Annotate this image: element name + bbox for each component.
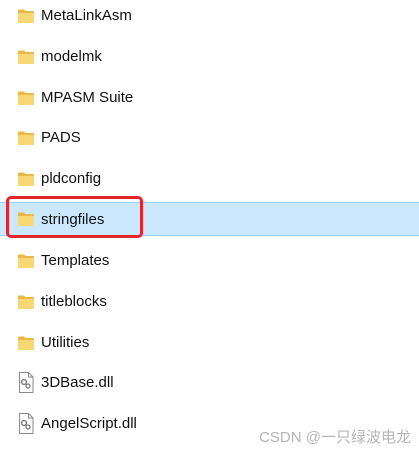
watermark: CSDN @一只绿波电龙 — [259, 429, 411, 446]
file-name: stringfiles — [41, 211, 105, 228]
file-name: titleblocks — [41, 293, 107, 310]
file-name: Utilities — [41, 334, 90, 351]
folder-icon — [17, 8, 35, 24]
file-row-stringfiles[interactable]: stringfiles — [0, 202, 419, 236]
folder-icon — [17, 130, 35, 146]
file-name: Templates — [41, 252, 110, 269]
dll-file-icon — [18, 372, 34, 393]
file-row-3dbase-dll[interactable]: 3DBase.dll — [0, 367, 419, 400]
folder-icon — [17, 294, 35, 310]
file-row-mpasm-suite[interactable]: MPASM Suite — [0, 82, 419, 115]
dll-file-icon — [18, 413, 34, 434]
file-name: 3DBase.dll — [41, 374, 114, 391]
file-row-modelmk[interactable]: modelmk — [0, 41, 419, 74]
file-name: MetaLinkAsm — [41, 7, 132, 24]
folder-icon — [17, 253, 35, 269]
folder-icon — [17, 211, 35, 227]
file-row-templates[interactable]: Templates — [0, 245, 419, 278]
folder-icon — [17, 90, 35, 106]
file-row-metalinkasm[interactable]: MetaLinkAsm — [0, 0, 419, 33]
folder-icon — [17, 49, 35, 65]
file-row-pads[interactable]: PADS — [0, 122, 419, 155]
folder-icon — [17, 335, 35, 351]
file-list: MetaLinkAsm modelmk MPASM Suite PADS pld… — [0, 0, 419, 454]
file-name: pldconfig — [41, 170, 102, 187]
folder-icon — [17, 171, 35, 187]
file-name: MPASM Suite — [41, 89, 134, 106]
file-row-pldconfig[interactable]: pldconfig — [0, 163, 419, 196]
file-name: AngelScript.dll — [41, 415, 137, 432]
file-name: PADS — [41, 129, 81, 146]
file-row-utilities[interactable]: Utilities — [0, 327, 419, 360]
file-name: modelmk — [41, 48, 102, 65]
file-row-titleblocks[interactable]: titleblocks — [0, 286, 419, 319]
